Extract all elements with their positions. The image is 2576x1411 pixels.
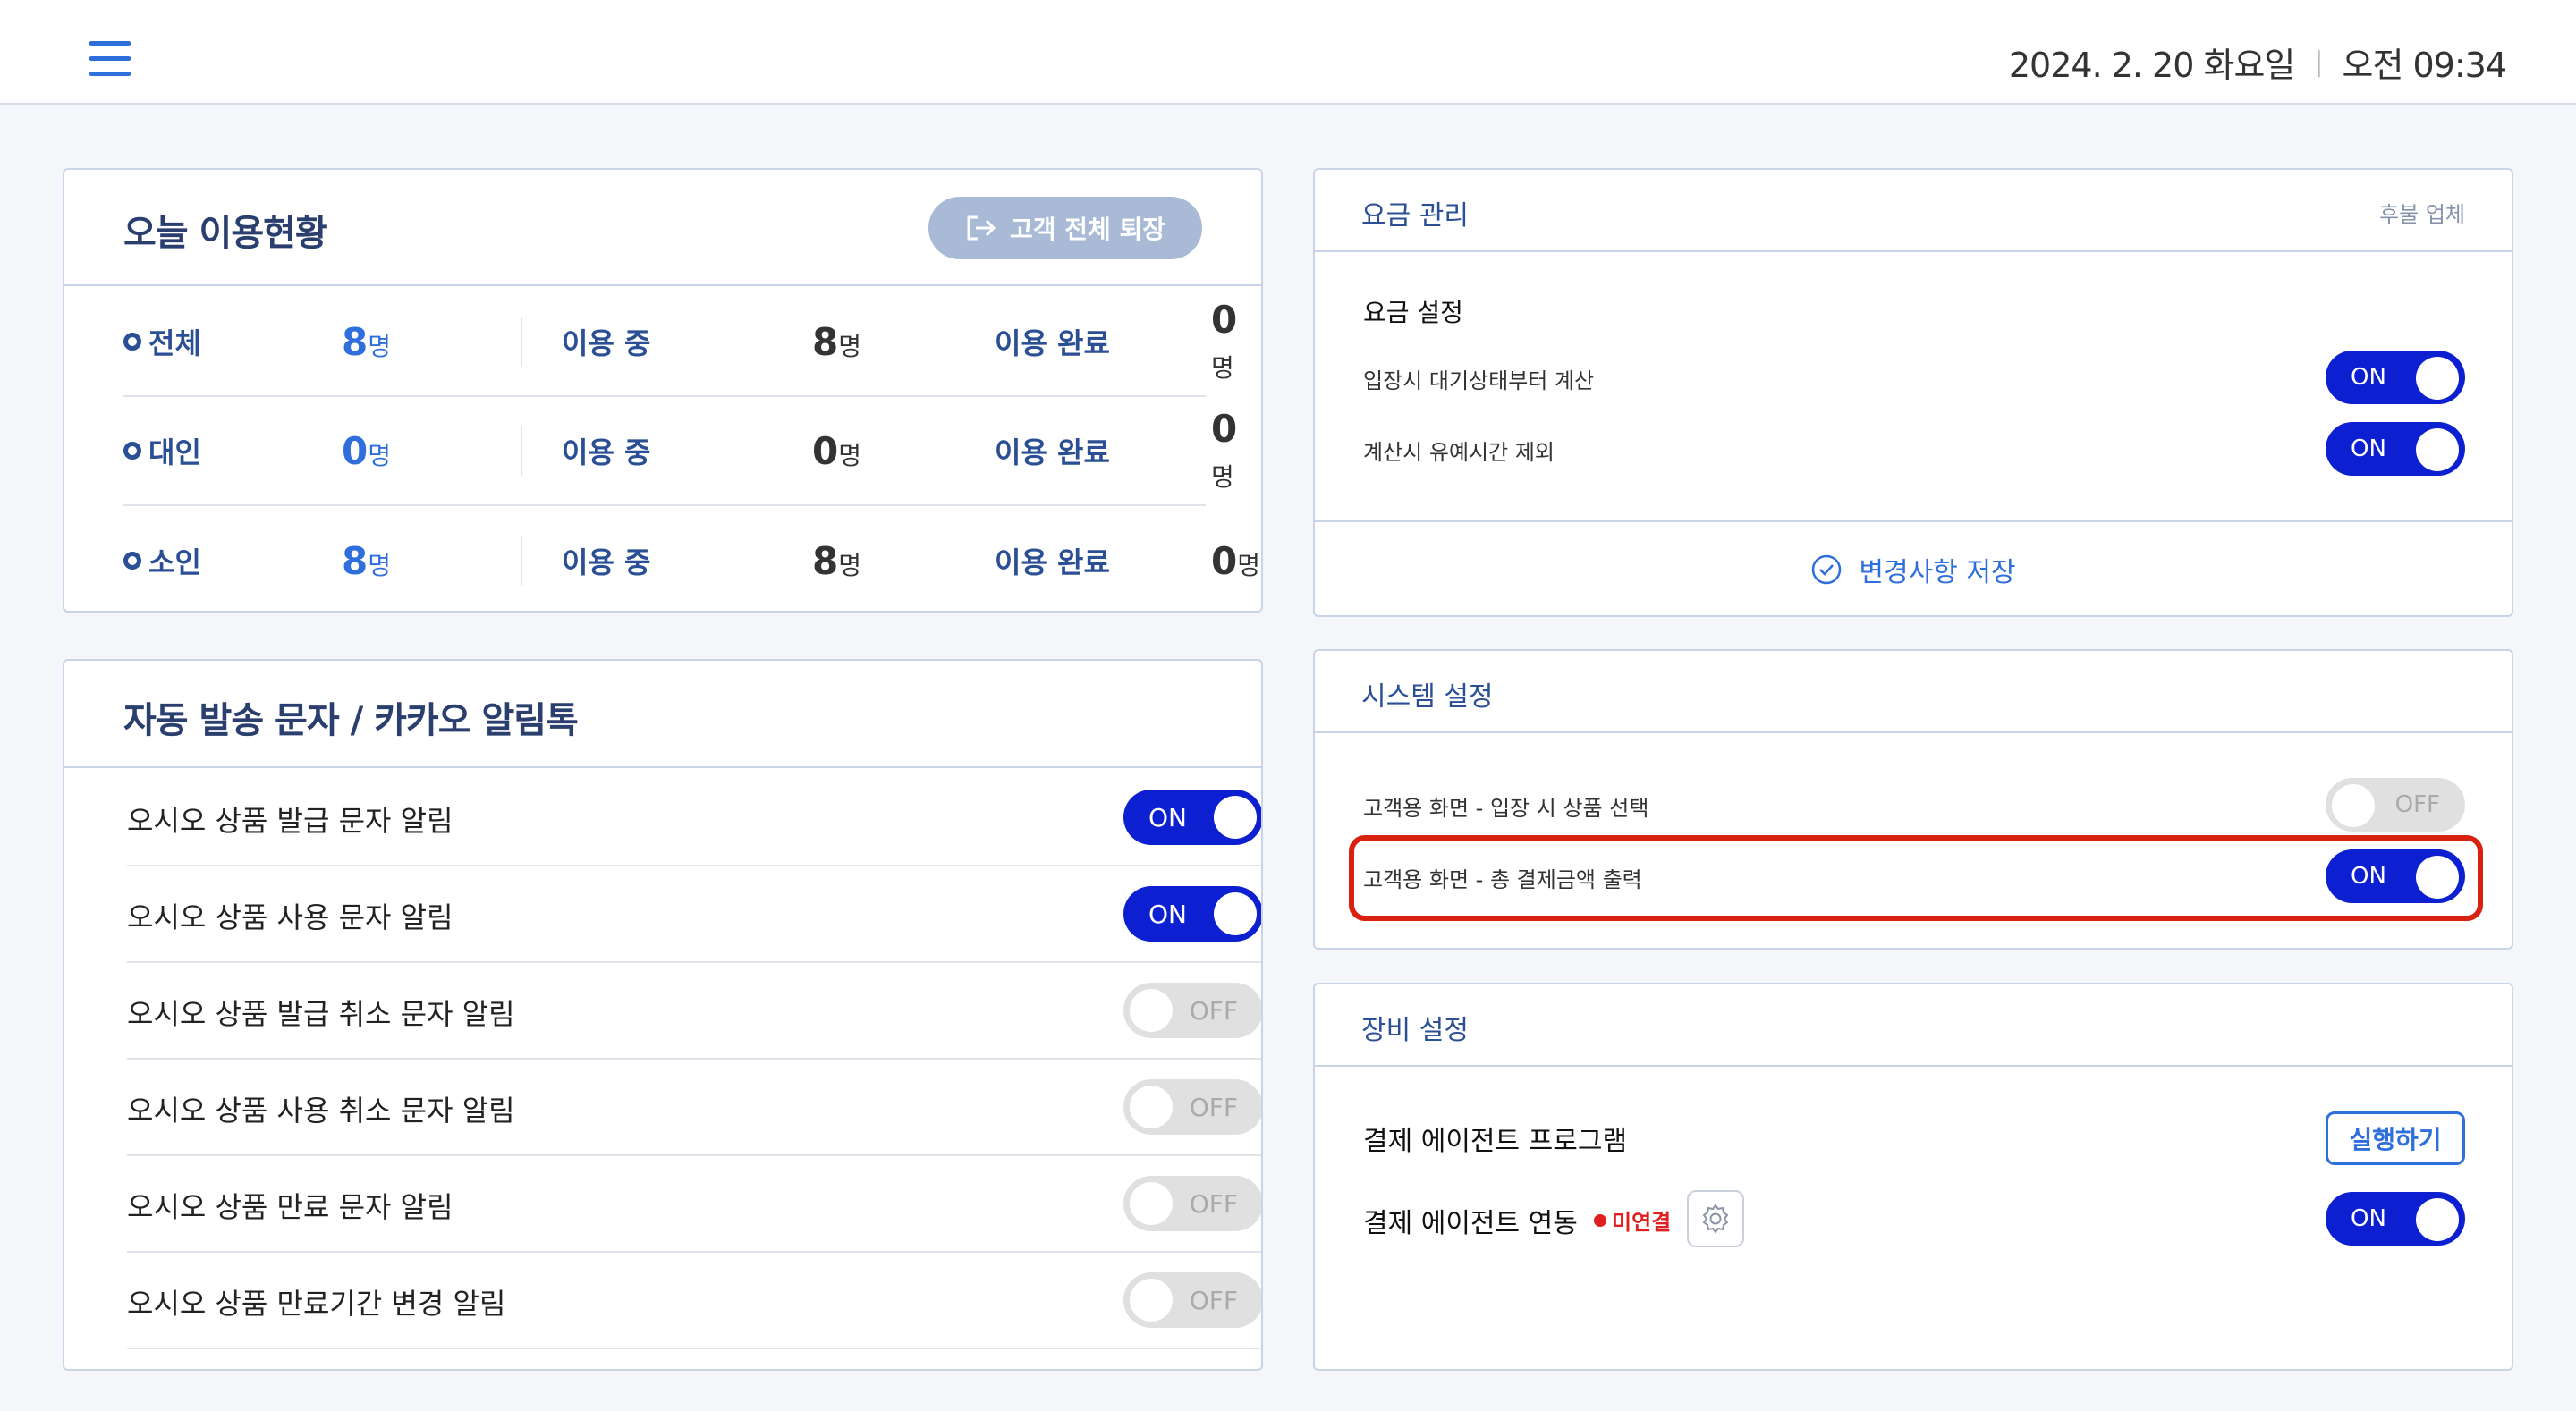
hamburger-menu-icon[interactable] [89,41,131,77]
sms-setting-label: 오시오 상품 사용 문자 알림 [127,900,453,934]
sms-card: 자동 발송 문자 / 카카오 알림톡 오시오 상품 발급 문자 알림 ON 오시오 … [63,659,1263,1371]
done-label: 이용 완료 [995,435,1110,469]
status-badge: 미연결 [1594,1204,1671,1236]
sms-toggle[interactable]: ON [1123,886,1261,942]
done-count: 0명 [1211,538,1260,583]
fee-card-header: 요금 관리 후불 업체 [1315,170,2512,252]
exit-icon [967,215,996,241]
system-toggle-total-amount[interactable]: ON [2326,849,2465,903]
sms-card-header: 자동 발송 문자 / 카카오 알림톡 [64,661,1261,768]
top-bar: 2024. 2. 20 화요일 | 오전 09:34 [0,0,2576,105]
agent-link-label: 결제 에이전트 연동 [1363,1208,1578,1239]
sms-setting-label: 오시오 상품 만료 문자 알림 [127,1190,453,1224]
in-use-count: 0명 [812,428,861,473]
gear-icon [1702,1204,1729,1234]
fee-subtitle: 요금 설정 [1363,298,1463,327]
system-title: 시스템 설정 [1361,681,1494,713]
sms-setting-row: 오시오 상품 사용 취소 문자 알림 OFF [127,1060,1261,1156]
sms-toggle[interactable]: OFF [1123,1176,1261,1231]
divider [521,536,522,586]
equipment-card: 장비 설정 결제 에이전트 프로그램 실행하기 결제 에이전트 연동 미연결 O… [1313,983,2513,1371]
fee-toggle-grace[interactable]: ON [2326,422,2465,476]
system-toggle-product-select[interactable]: OFF [2326,778,2465,832]
fee-note: 후불 업체 [2379,202,2465,227]
sms-toggle[interactable]: OFF [1123,1079,1261,1135]
usage-row-label: 소인 [123,540,201,581]
agent-settings-button[interactable] [1687,1190,1744,1247]
time-text: 오전 09:34 [2342,46,2507,85]
sms-setting-row: 오시오 상품 만료 문자 알림 OFF [127,1156,1261,1253]
fee-card: 요금 관리 후불 업체 요금 설정 입장시 대기상태부터 계산 ON 계산시 유… [1313,168,2513,617]
agent-link-toggle[interactable]: ON [2326,1192,2465,1246]
save-changes-label: 변경사항 저장 [1859,557,2016,588]
datetime: 2024. 2. 20 화요일 | 오전 09:34 [2008,38,2507,87]
ring-icon [123,333,141,351]
in-use-label: 이용 중 [562,435,651,469]
run-agent-button[interactable]: 실행하기 [2326,1111,2465,1165]
usage-row-adult: 대인 0명 이용 중 0명 이용 완료 0명 [123,397,1237,506]
usage-card: 오늘 이용현황 고객 전체 퇴장 전체 8명 이용 중 8명 이용 완료 0명 … [63,168,1263,613]
sms-setting-row: 오시오 상품 발급 취소 문자 알림 OFF [127,963,1261,1060]
done-count: 0명 [1211,298,1238,383]
usage-row-label: 전체 [123,321,201,362]
sms-setting-label: 오시오 상품 만료기간 변경 알림 [127,1287,506,1321]
in-use-count: 8명 [812,538,861,583]
fee-setting-label: 계산시 유예시간 제외 [1363,440,1555,465]
fee-setting-label: 입장시 대기상태부터 계산 [1363,368,1595,393]
fee-toggle-waiting[interactable]: ON [2326,351,2465,404]
done-label: 이용 완료 [995,545,1110,579]
fee-title: 요금 관리 [1361,200,1469,232]
datetime-separator: | [2314,46,2323,78]
in-use-count: 8명 [812,319,861,364]
sms-setting-row: 오시오 상품 사용 문자 알림 ON [127,866,1261,963]
sms-setting-row: 오시오 상품 만료기간 변경 알림 OFF [127,1253,1261,1349]
system-card-header: 시스템 설정 [1315,651,2512,733]
usage-row-child: 소인 8명 이용 중 8명 이용 완료 0명 [123,506,1267,615]
ring-icon [123,552,141,570]
agent-program-label: 결제 에이전트 프로그램 [1363,1126,1628,1157]
usage-total-count: 0명 [342,428,391,473]
system-setting-label: 고객용 화면 - 총 결제금액 출력 [1363,867,1642,892]
usage-total-count: 8명 [342,319,391,364]
equipment-title: 장비 설정 [1361,1015,1469,1046]
sms-toggle[interactable]: OFF [1123,983,1261,1038]
usage-row-label: 대인 [123,430,201,471]
system-card: 시스템 설정 고객용 화면 - 입장 시 상품 선택 OFF 고객용 화면 - … [1313,649,2513,950]
divider [521,426,522,476]
divider [521,317,522,367]
sms-toggle[interactable]: ON [1123,790,1261,845]
sms-setting-label: 오시오 상품 발급 문자 알림 [127,804,453,838]
usage-title: 오늘 이용현황 [123,213,328,254]
in-use-label: 이용 중 [562,326,651,360]
sms-setting-label: 오시오 상품 사용 취소 문자 알림 [127,1094,515,1128]
system-setting-label: 고객용 화면 - 입장 시 상품 선택 [1363,796,1649,821]
sms-title: 자동 발송 문자 / 카카오 알림톡 [123,700,579,741]
checkout-all-label: 고객 전체 퇴장 [1009,215,1166,244]
sms-setting-label: 오시오 상품 발급 취소 문자 알림 [127,997,515,1031]
save-changes-button[interactable]: 변경사항 저장 [1315,520,2512,617]
checkout-all-button[interactable]: 고객 전체 퇴장 [928,197,1202,259]
done-count: 0명 [1211,407,1238,492]
status-dot-icon [1594,1213,1606,1227]
sms-setting-row: 오시오 상품 발급 문자 알림 ON [127,770,1261,866]
ring-icon [123,442,141,460]
usage-total-count: 8명 [342,538,391,583]
equipment-card-header: 장비 설정 [1315,984,2512,1067]
sms-toggle[interactable]: OFF [1123,1272,1261,1328]
in-use-label: 이용 중 [562,545,651,579]
check-circle-icon [1812,554,1842,585]
date-text: 2024. 2. 20 화요일 [2008,46,2296,85]
usage-row-total: 전체 8명 이용 중 8명 이용 완료 0명 [123,288,1237,397]
done-label: 이용 완료 [995,326,1110,360]
usage-card-header: 오늘 이용현황 고객 전체 퇴장 [64,170,1261,286]
